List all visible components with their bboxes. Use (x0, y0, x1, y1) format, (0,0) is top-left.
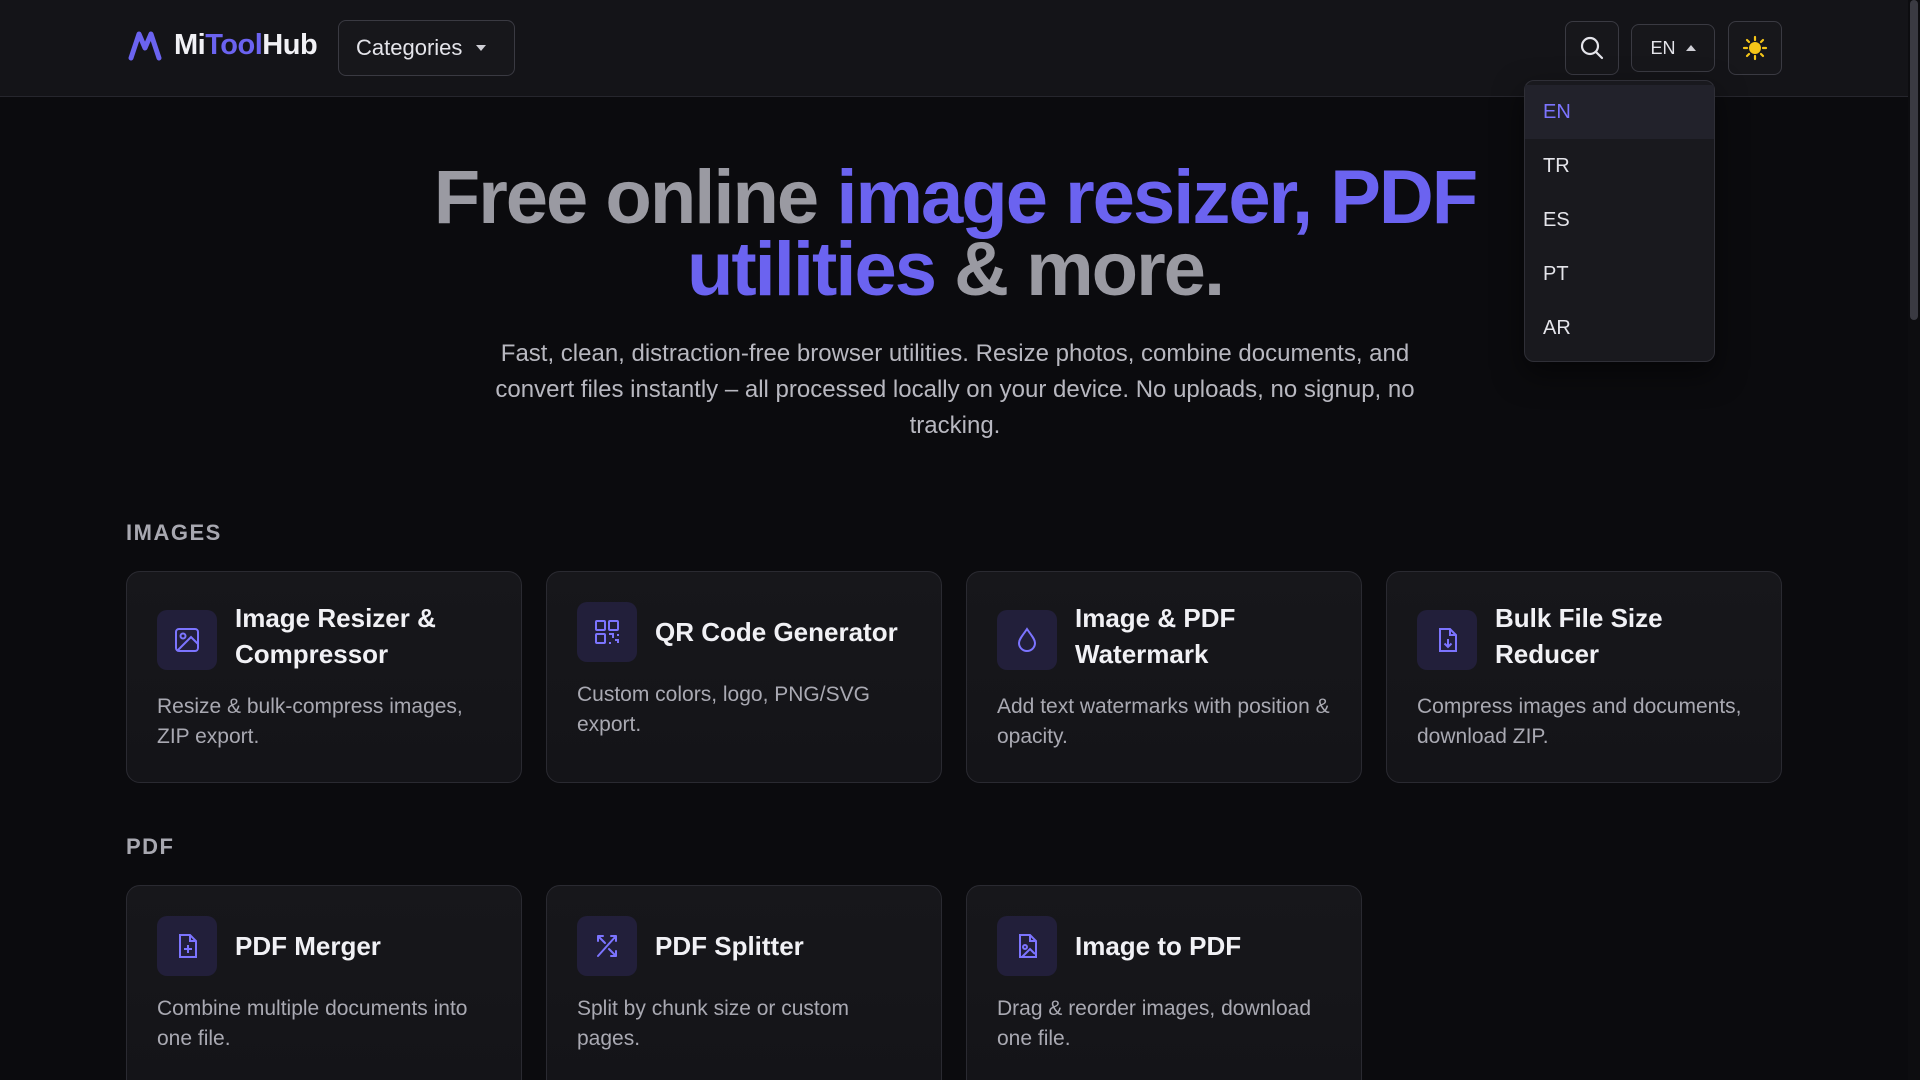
tool-card-pdf-splitter[interactable]: PDF Splitter Split by chunk size or cust… (546, 885, 942, 1080)
file-download-icon (1417, 610, 1477, 670)
language-option-en[interactable]: EN (1525, 85, 1714, 139)
qr-code-icon (577, 602, 637, 662)
card-title: PDF Splitter (655, 931, 804, 961)
language-option-es[interactable]: ES (1525, 193, 1714, 247)
card-description: Resize & bulk-compress images, ZIP expor… (157, 695, 463, 748)
logo-text: MiToolHub (174, 28, 318, 61)
section-label-images: IMAGES (126, 520, 222, 545)
card-description: Custom colors, logo, PNG/SVG export. (577, 683, 870, 736)
chevron-down-icon (476, 45, 487, 51)
section-label-pdf: PDF (126, 834, 175, 859)
card-title: Bulk File Size Reducer (1495, 603, 1663, 669)
tool-card-image-resizer[interactable]: Image Resizer & Compressor Resize & bulk… (126, 571, 522, 783)
sun-icon (1742, 35, 1768, 61)
language-menu: EN TR ES PT AR (1524, 80, 1715, 362)
tool-card-bulk-file-size-reducer[interactable]: Bulk File Size Reducer Compress images a… (1386, 571, 1782, 783)
tool-card-watermark[interactable]: Image & PDF Watermark Add text watermark… (966, 571, 1362, 783)
categories-label: Categories (356, 35, 463, 60)
droplet-icon (997, 610, 1057, 670)
language-option-tr[interactable]: TR (1525, 139, 1714, 193)
tool-card-image-to-pdf[interactable]: Image to PDF Drag & reorder images, down… (966, 885, 1362, 1080)
card-description: Drag & reorder images, download one file… (997, 997, 1311, 1050)
language-current: EN (1650, 37, 1676, 58)
logo-icon (128, 31, 162, 61)
tool-card-pdf-merger[interactable]: PDF Merger Combine multiple documents in… (126, 885, 522, 1080)
search-icon (1580, 36, 1604, 60)
card-title: Image to PDF (1075, 931, 1242, 961)
language-option-ar[interactable]: AR (1525, 301, 1714, 355)
split-icon (577, 916, 637, 976)
categories-dropdown-button[interactable]: Categories (338, 20, 515, 76)
card-title: QR Code Generator (655, 617, 898, 647)
hero-subtitle: Fast, clean, distraction-free browser ut… (495, 340, 1415, 439)
site-logo[interactable]: MiToolHub (128, 28, 318, 62)
search-button[interactable] (1565, 21, 1619, 75)
card-title: PDF Merger (235, 931, 381, 961)
tool-card-qr-code-generator[interactable]: QR Code Generator Custom colors, logo, P… (546, 571, 942, 783)
theme-toggle-button[interactable] (1728, 21, 1782, 75)
language-option-pt[interactable]: PT (1525, 247, 1714, 301)
scrollbar-thumb[interactable] (1910, 0, 1918, 320)
file-plus-icon (157, 916, 217, 976)
card-description: Split by chunk size or custom pages. (577, 997, 849, 1050)
card-title: Image Resizer & Compressor (235, 603, 436, 669)
file-image-icon (997, 916, 1057, 976)
card-description: Add text watermarks with position & opac… (997, 695, 1330, 748)
card-title: Image & PDF Watermark (1075, 603, 1236, 669)
page-scrollbar[interactable] (1908, 0, 1920, 1080)
language-selector-button[interactable]: EN (1631, 24, 1715, 72)
chevron-up-icon (1685, 45, 1696, 51)
card-description: Combine multiple documents into one file… (157, 997, 468, 1050)
card-description: Compress images and documents, download … (1417, 695, 1742, 748)
hero-title: Free online image resizer, PDF utilities… (433, 155, 1478, 312)
image-icon (157, 610, 217, 670)
